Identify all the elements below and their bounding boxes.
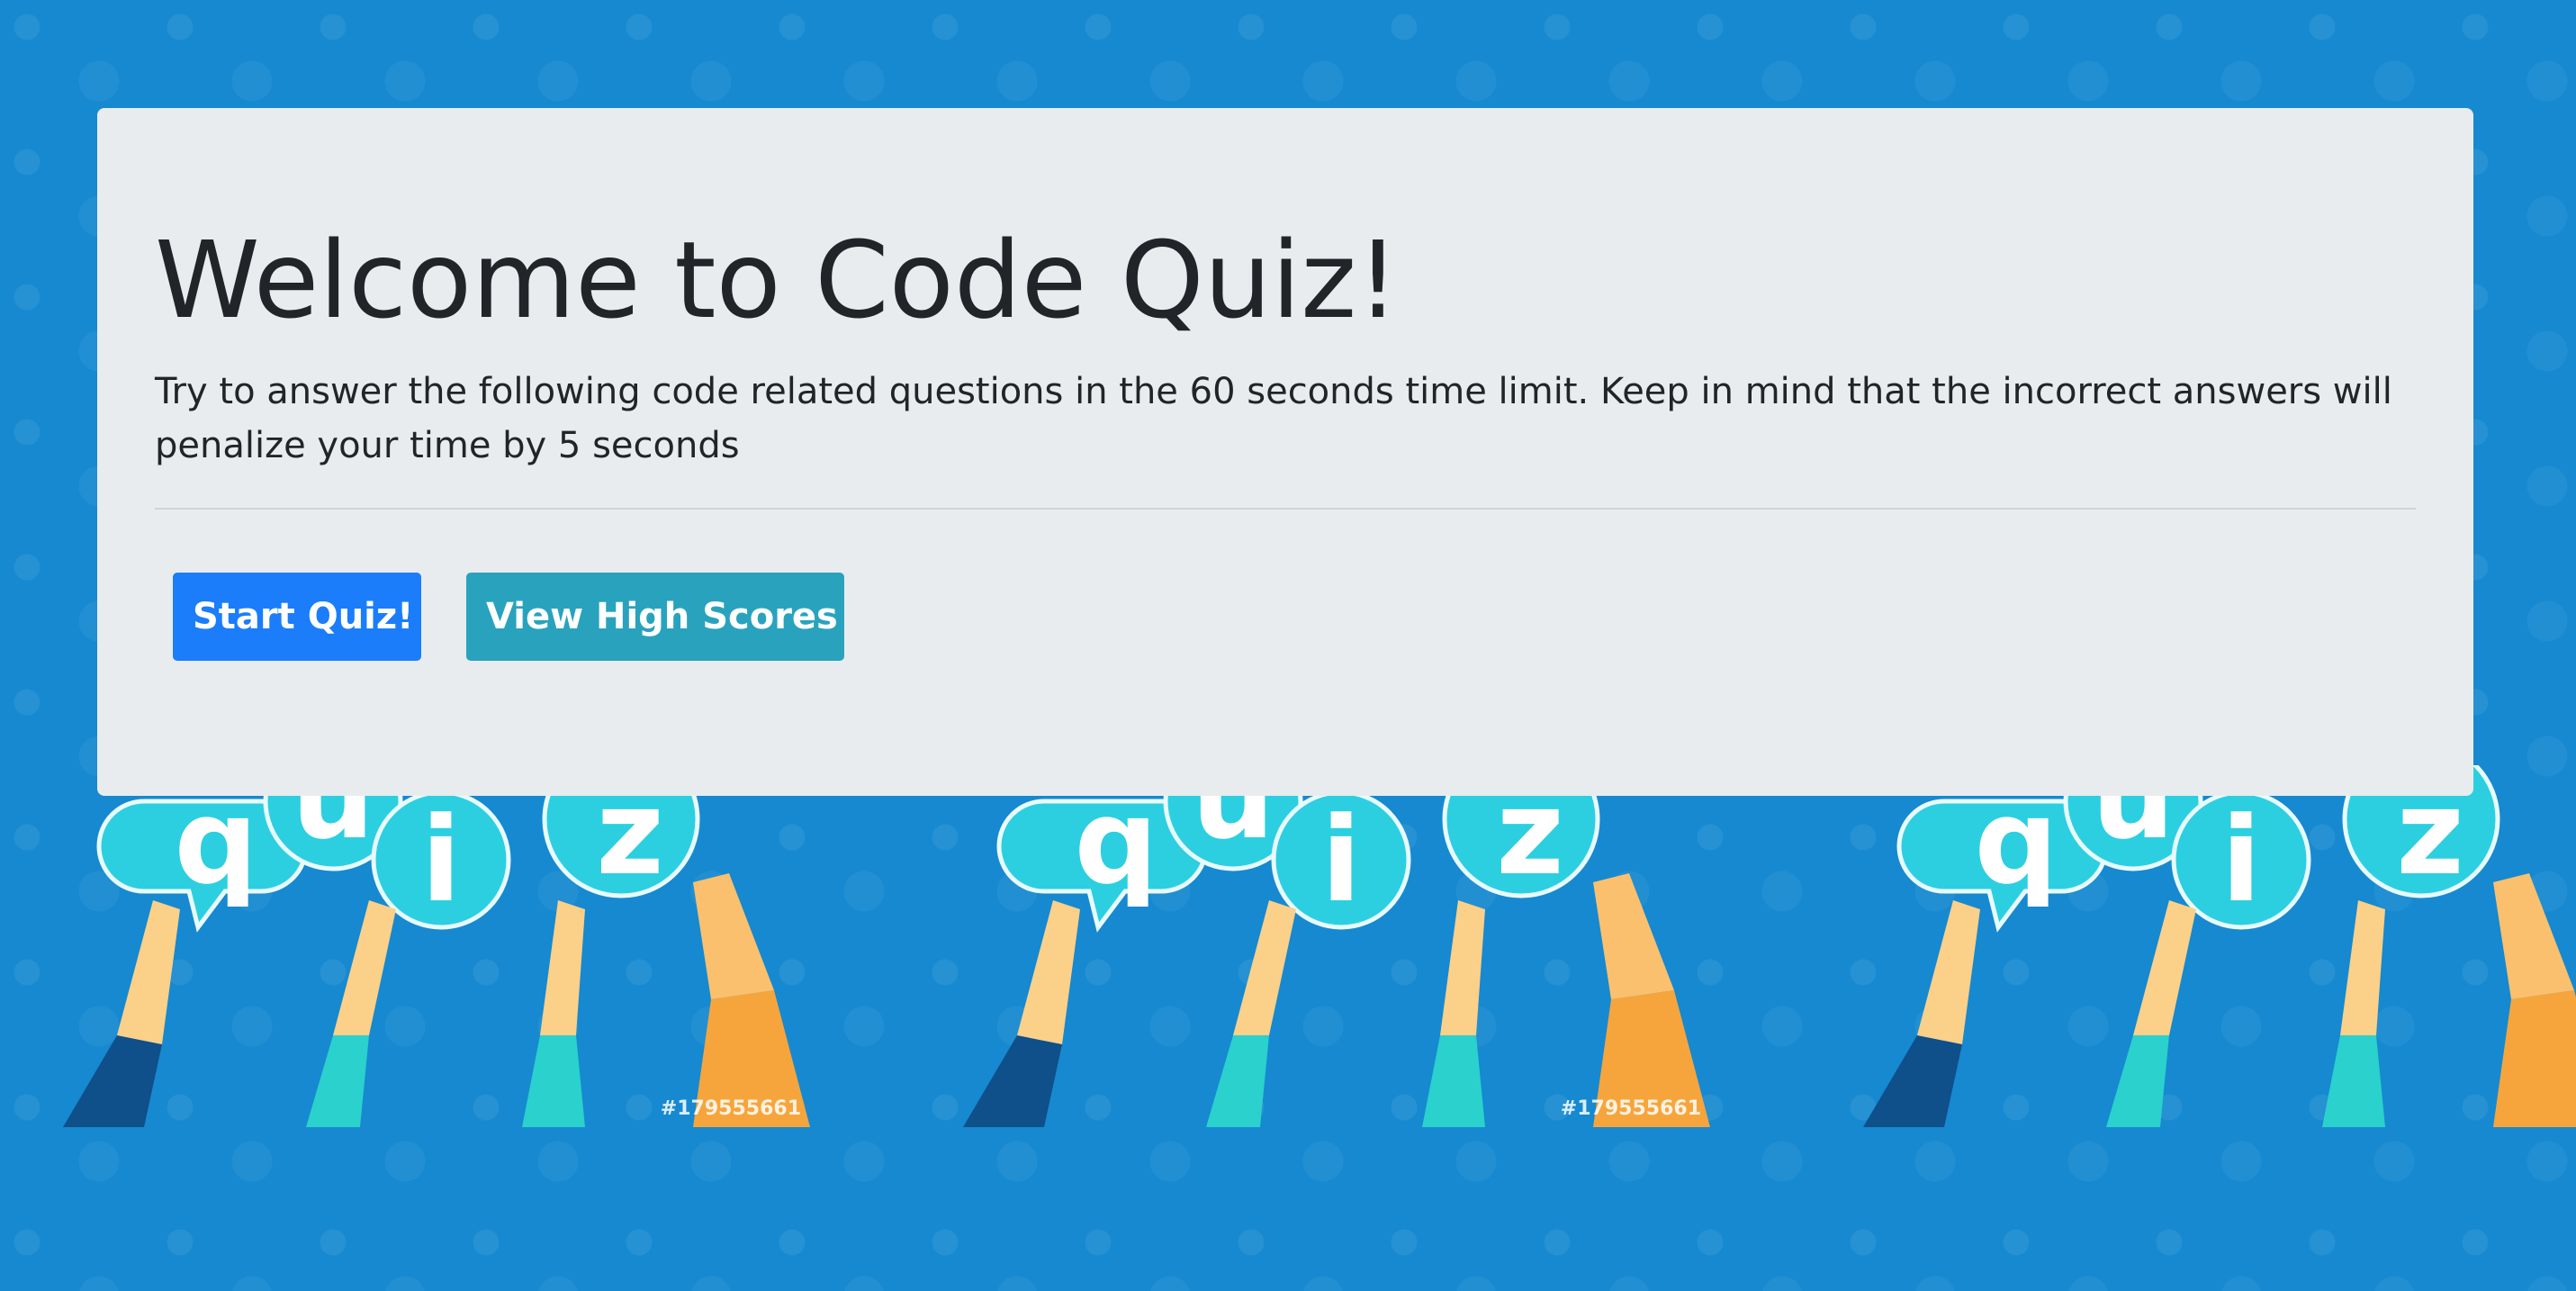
page-title: Welcome to Code Quiz! [155, 218, 1400, 342]
stock-image-id: #179555661 [660, 1097, 801, 1120]
svg-text:i: i [421, 791, 462, 928]
quiz-illustration: q u i z #179555661 [963, 765, 1710, 1127]
view-high-scores-button[interactable]: View High Scores [466, 573, 844, 661]
quiz-illustration: q u i z [1863, 765, 2576, 1127]
divider [155, 508, 2416, 510]
instructions-text: Try to answer the following code related… [155, 371, 2392, 466]
svg-text:i: i [1321, 791, 1362, 928]
quiz-illustration: q u i z #179555661 [63, 765, 810, 1127]
start-quiz-button[interactable]: Start Quiz! [173, 573, 421, 661]
svg-text:i: i [2221, 791, 2262, 928]
stock-image-id: #179555661 [1560, 1097, 1701, 1120]
welcome-card: Welcome to Code Quiz! Try to answer the … [97, 108, 2473, 796]
